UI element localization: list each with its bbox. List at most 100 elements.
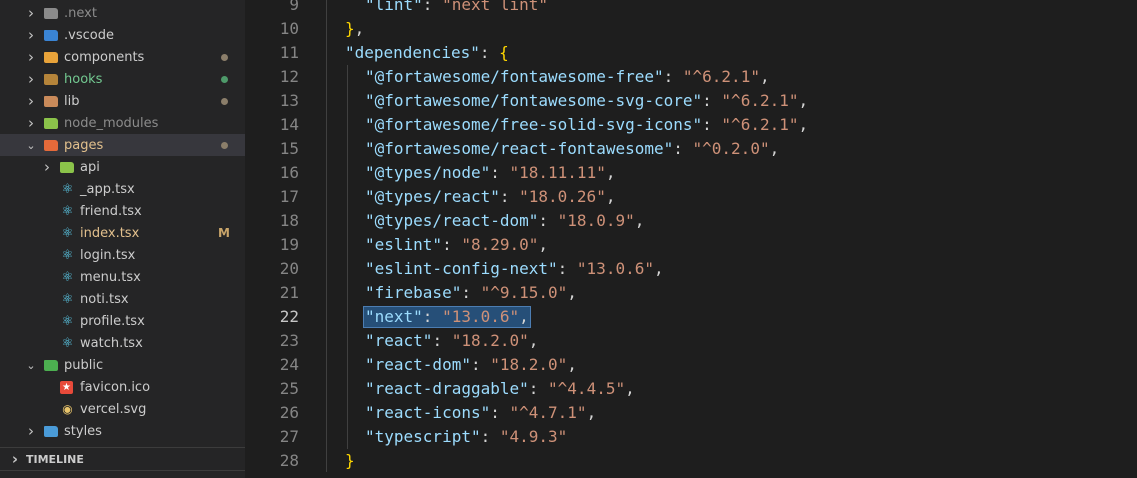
tree-item-watch-tsx[interactable]: ⚛ watch.tsx <box>0 332 245 354</box>
chevron-right-icon[interactable]: › <box>26 48 36 66</box>
code-line[interactable]: 26 "react-icons": "^4.7.1", <box>245 401 1137 425</box>
tree-item-label: styles <box>64 423 102 439</box>
code-line[interactable]: 10}, <box>245 17 1137 41</box>
chevron-right-icon[interactable]: › <box>10 450 20 468</box>
tree-item-components[interactable]: › components <box>0 46 245 68</box>
json-key: "@types/react-dom" <box>365 211 539 230</box>
json-punctuation: : <box>442 235 462 254</box>
code-line[interactable]: 24 "react-dom": "18.2.0", <box>245 353 1137 377</box>
tree-item-vercel-svg[interactable]: ◉ vercel.svg <box>0 398 245 420</box>
code-text: "eslint": "8.29.0", <box>365 233 548 257</box>
code-line[interactable]: 14 "@fortawesome/free-solid-svg-icons": "… <box>245 113 1137 137</box>
tree-item-vscode[interactable]: › .vscode <box>0 24 245 46</box>
chevron-right-icon[interactable]: › <box>42 158 52 176</box>
tree-item-label: favicon.ico <box>80 379 151 395</box>
json-key: "react-draggable" <box>365 379 529 398</box>
tree-item-noti-tsx[interactable]: ⚛ noti.tsx <box>0 288 245 310</box>
tree-item-label: login.tsx <box>80 247 136 263</box>
tree-item-label: noti.tsx <box>80 291 129 307</box>
code-line[interactable]: 18 "@types/react-dom": "18.0.9", <box>245 209 1137 233</box>
tree-item-menu-tsx[interactable]: ⚛ menu.tsx <box>0 266 245 288</box>
code-line[interactable]: 27 "typescript": "4.9.3" <box>245 425 1137 449</box>
tree-item-friend-tsx[interactable]: ⚛ friend.tsx <box>0 200 245 222</box>
chevron-down-icon[interactable]: ⌄ <box>26 358 36 372</box>
tree-item-lib[interactable]: › lib <box>0 90 245 112</box>
tree-item-pages[interactable]: ⌄ pages <box>0 134 245 156</box>
chevron-right-icon[interactable]: › <box>26 4 36 22</box>
code-line[interactable]: 23 "react": "18.2.0", <box>245 329 1137 353</box>
json-string: "^4.7.1" <box>509 403 587 422</box>
code-line[interactable]: 25 "react-draggable": "^4.4.5", <box>245 377 1137 401</box>
json-key: "eslint-config-next" <box>365 259 558 278</box>
json-punctuation: : <box>538 211 558 230</box>
next-panel-header[interactable] <box>0 470 245 478</box>
tree-item-label: watch.tsx <box>80 335 143 351</box>
json-punctuation: , <box>625 379 635 398</box>
tree-item-next[interactable]: › .next <box>0 2 245 24</box>
tree-item-node-modules[interactable]: › node_modules <box>0 112 245 134</box>
git-modified-badge: M <box>218 226 230 240</box>
tree-item-app-tsx[interactable]: ⚛ _app.tsx <box>0 178 245 200</box>
tree-item-label: .vscode <box>64 27 114 43</box>
code-line[interactable]: 17 "@types/react": "18.0.26", <box>245 185 1137 209</box>
tree-item-styles[interactable]: › styles <box>0 420 245 442</box>
json-string: "18.11.11" <box>509 163 606 182</box>
tree-item-api[interactable]: › api <box>0 156 245 178</box>
modified-indicator <box>221 97 228 105</box>
json-punctuation: : <box>432 331 452 350</box>
react-icon: ⚛ <box>61 203 74 219</box>
chevron-right-icon[interactable]: › <box>26 422 36 440</box>
chevron-right-icon[interactable]: › <box>26 114 36 132</box>
chevron-down-icon[interactable]: ⌄ <box>26 138 36 152</box>
code-text: "react": "18.2.0", <box>365 329 538 353</box>
tree-item-hooks[interactable]: › hooks <box>0 68 245 90</box>
code-line[interactable]: 15 "@fortawesome/react-fontawesome": "^0.… <box>245 137 1137 161</box>
code-line[interactable]: 9 "lint": "next lint" <box>245 0 1137 17</box>
code-text: "@types/react-dom": "18.0.9", <box>365 209 644 233</box>
json-punctuation: , <box>798 115 809 134</box>
json-string: "^9.15.0" <box>480 283 568 302</box>
untracked-indicator <box>221 75 228 83</box>
code-text: }, <box>345 17 364 41</box>
line-number: 20 <box>279 259 299 278</box>
code-line[interactable]: 13 "@fortawesome/fontawesome-svg-core": "… <box>245 89 1137 113</box>
json-string: "13.0.6" <box>576 259 654 278</box>
json-string: "18.0.9" <box>557 211 635 230</box>
tree-item-login-tsx[interactable]: ⚛ login.tsx <box>0 244 245 266</box>
code-text: "dependencies": { <box>345 41 509 65</box>
json-key: "react" <box>365 331 433 350</box>
line-number: 14 <box>279 115 299 134</box>
json-punctuation: , <box>586 403 597 422</box>
timeline-panel-header[interactable]: › TIMELINE <box>0 447 245 470</box>
code-editor[interactable]: 9 "lint": "next lint" 10}, 11 "dependencies"… <box>245 0 1137 478</box>
json-punctuation: , <box>605 187 616 206</box>
json-punctuation: : <box>702 115 722 134</box>
chevron-right-icon[interactable]: › <box>26 70 36 88</box>
tree-item-index-tsx[interactable]: ⚛ index.tsx M <box>0 222 245 244</box>
tree-item-label: index.tsx <box>80 225 140 241</box>
code-text: "@types/react": "18.0.26", <box>365 185 615 209</box>
json-key: "@types/react" <box>365 187 500 206</box>
api-folder-icon <box>60 161 74 173</box>
code-line[interactable]: 12 "@fortawesome/fontawesome-free": "^6.2… <box>245 65 1137 89</box>
json-punctuation: : <box>490 163 510 182</box>
code-line[interactable]: 19 "eslint": "8.29.0", <box>245 233 1137 257</box>
code-line[interactable]: 20 "eslint-config-next": "13.0.6", <box>245 257 1137 281</box>
chevron-right-icon[interactable]: › <box>26 92 36 110</box>
code-line[interactable]: 28} <box>245 449 1137 473</box>
json-punctuation: , <box>798 91 809 110</box>
pages-folder-icon <box>44 139 58 151</box>
json-punctuation: , <box>567 355 577 374</box>
vscode-folder-icon <box>44 29 58 41</box>
tree-item-public[interactable]: ⌄ public <box>0 354 245 376</box>
code-line[interactable]: 22 "next": "13.0.6", <box>245 305 1137 329</box>
json-punctuation: : <box>490 403 510 422</box>
line-number: 22 <box>279 307 299 326</box>
tree-item-favicon-ico[interactable]: ★ favicon.ico <box>0 376 245 398</box>
code-line[interactable]: 11 "dependencies": { <box>245 41 1137 65</box>
code-line[interactable]: 21 "firebase": "^9.15.0", <box>245 281 1137 305</box>
json-string: "^6.2.1" <box>721 115 799 134</box>
tree-item-profile-tsx[interactable]: ⚛ profile.tsx <box>0 310 245 332</box>
chevron-right-icon[interactable]: › <box>26 26 36 44</box>
code-line[interactable]: 16 "@types/node": "18.11.11", <box>245 161 1137 185</box>
